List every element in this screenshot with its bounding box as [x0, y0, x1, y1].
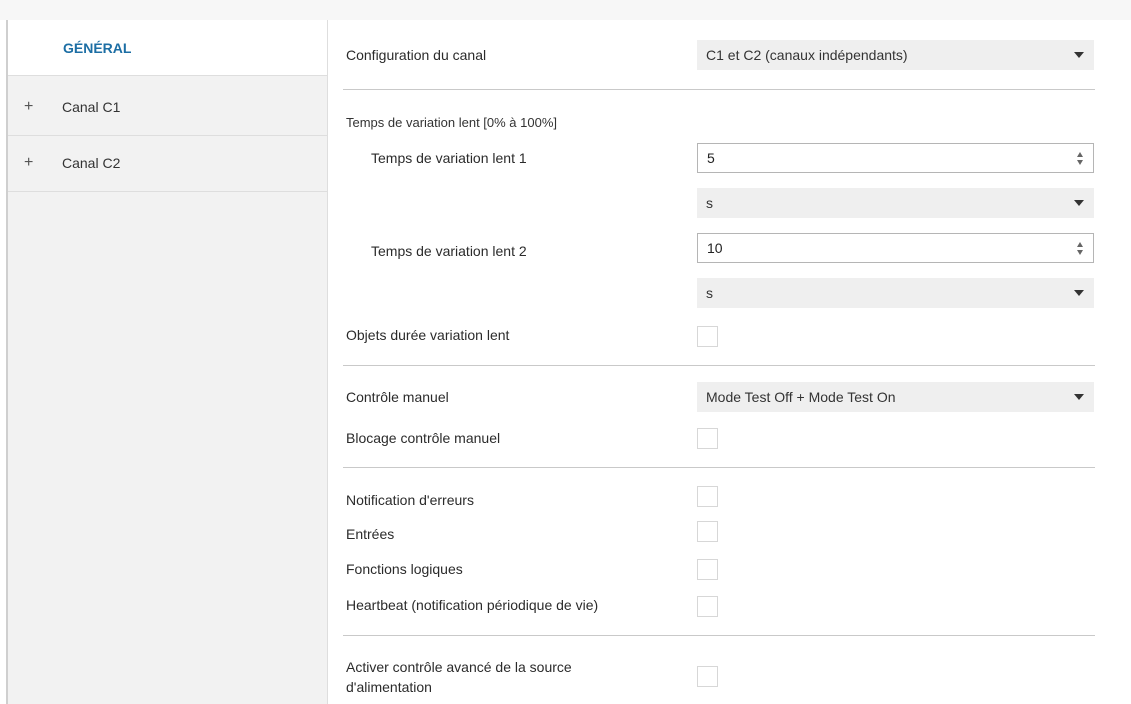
top-strip: [0, 0, 1131, 20]
slow2-spinbox[interactable]: 10: [697, 233, 1094, 263]
chevron-down-icon: [1074, 52, 1084, 58]
divider: [343, 89, 1095, 90]
manual-lock-label: Blocage contrôle manuel: [346, 430, 501, 446]
expand-plus-icon[interactable]: +: [24, 154, 33, 172]
slow1-unit-dropdown[interactable]: s: [697, 188, 1094, 218]
dropdown-value: s: [706, 195, 713, 211]
heartbeat-checkbox[interactable]: [697, 596, 718, 617]
power-source-label-line2: d'alimentation: [346, 679, 432, 695]
divider: [343, 467, 1095, 468]
heartbeat-label: Heartbeat (notification périodique de vi…: [346, 597, 599, 613]
error-notif-label: Notification d'erreurs: [346, 492, 474, 508]
slow-objects-checkbox[interactable]: [697, 326, 718, 347]
dropdown-value: C1 et C2 (canaux indépendants): [706, 47, 908, 63]
chevron-down-icon: [1074, 200, 1084, 206]
channel-config-label: Configuration du canal: [346, 47, 487, 63]
dropdown-value: s: [706, 285, 713, 301]
parameters-panel: Configuration du canal C1 et C2 (canaux …: [327, 20, 1127, 704]
dropdown-value: Mode Test Off + Mode Test On: [706, 389, 896, 405]
slow-objects-label: Objets durée variation lent: [346, 327, 510, 343]
sidebar-item-canal-c1[interactable]: + Canal C1: [8, 80, 327, 136]
manual-control-label: Contrôle manuel: [346, 389, 449, 405]
manual-control-dropdown[interactable]: Mode Test Off + Mode Test On: [697, 382, 1094, 412]
slow1-label: Temps de variation lent 1: [371, 150, 527, 166]
slow1-spinbox[interactable]: 5: [697, 143, 1094, 173]
chevron-down-icon: [1074, 394, 1084, 400]
slow2-unit-dropdown[interactable]: s: [697, 278, 1094, 308]
inputs-label: Entrées: [346, 526, 395, 542]
inputs-checkbox[interactable]: [697, 521, 718, 542]
sidebar: GÉNÉRAL + Canal C1 + Canal C2: [8, 20, 328, 704]
logic-label: Fonctions logiques: [346, 561, 463, 577]
error-notif-checkbox[interactable]: [697, 486, 718, 507]
chevron-down-icon: [1074, 290, 1084, 296]
spin-down-icon[interactable]: [1077, 160, 1083, 165]
sidebar-item-general[interactable]: GÉNÉRAL: [8, 20, 327, 76]
sidebar-item-canal-c2[interactable]: + Canal C2: [8, 136, 327, 192]
spin-up-icon[interactable]: [1077, 242, 1083, 247]
power-source-label-line1: Activer contrôle avancé de la source: [346, 659, 572, 675]
slow2-label: Temps de variation lent 2: [371, 243, 527, 259]
sidebar-item-label: Canal C1: [62, 99, 121, 115]
logic-checkbox[interactable]: [697, 559, 718, 580]
power-source-checkbox[interactable]: [697, 666, 718, 687]
sidebar-item-label: GÉNÉRAL: [63, 40, 132, 56]
divider: [343, 635, 1095, 636]
slow-section-title: Temps de variation lent [0% à 100%]: [346, 115, 558, 130]
expand-plus-icon[interactable]: +: [24, 98, 33, 116]
spinbox-value: 5: [707, 150, 715, 166]
sidebar-item-label: Canal C2: [62, 155, 121, 171]
spin-down-icon[interactable]: [1077, 250, 1083, 255]
divider: [343, 365, 1095, 366]
channel-config-dropdown[interactable]: C1 et C2 (canaux indépendants): [697, 40, 1094, 70]
spin-up-icon[interactable]: [1077, 152, 1083, 157]
spinbox-value: 10: [707, 240, 723, 256]
manual-lock-checkbox[interactable]: [697, 428, 718, 449]
